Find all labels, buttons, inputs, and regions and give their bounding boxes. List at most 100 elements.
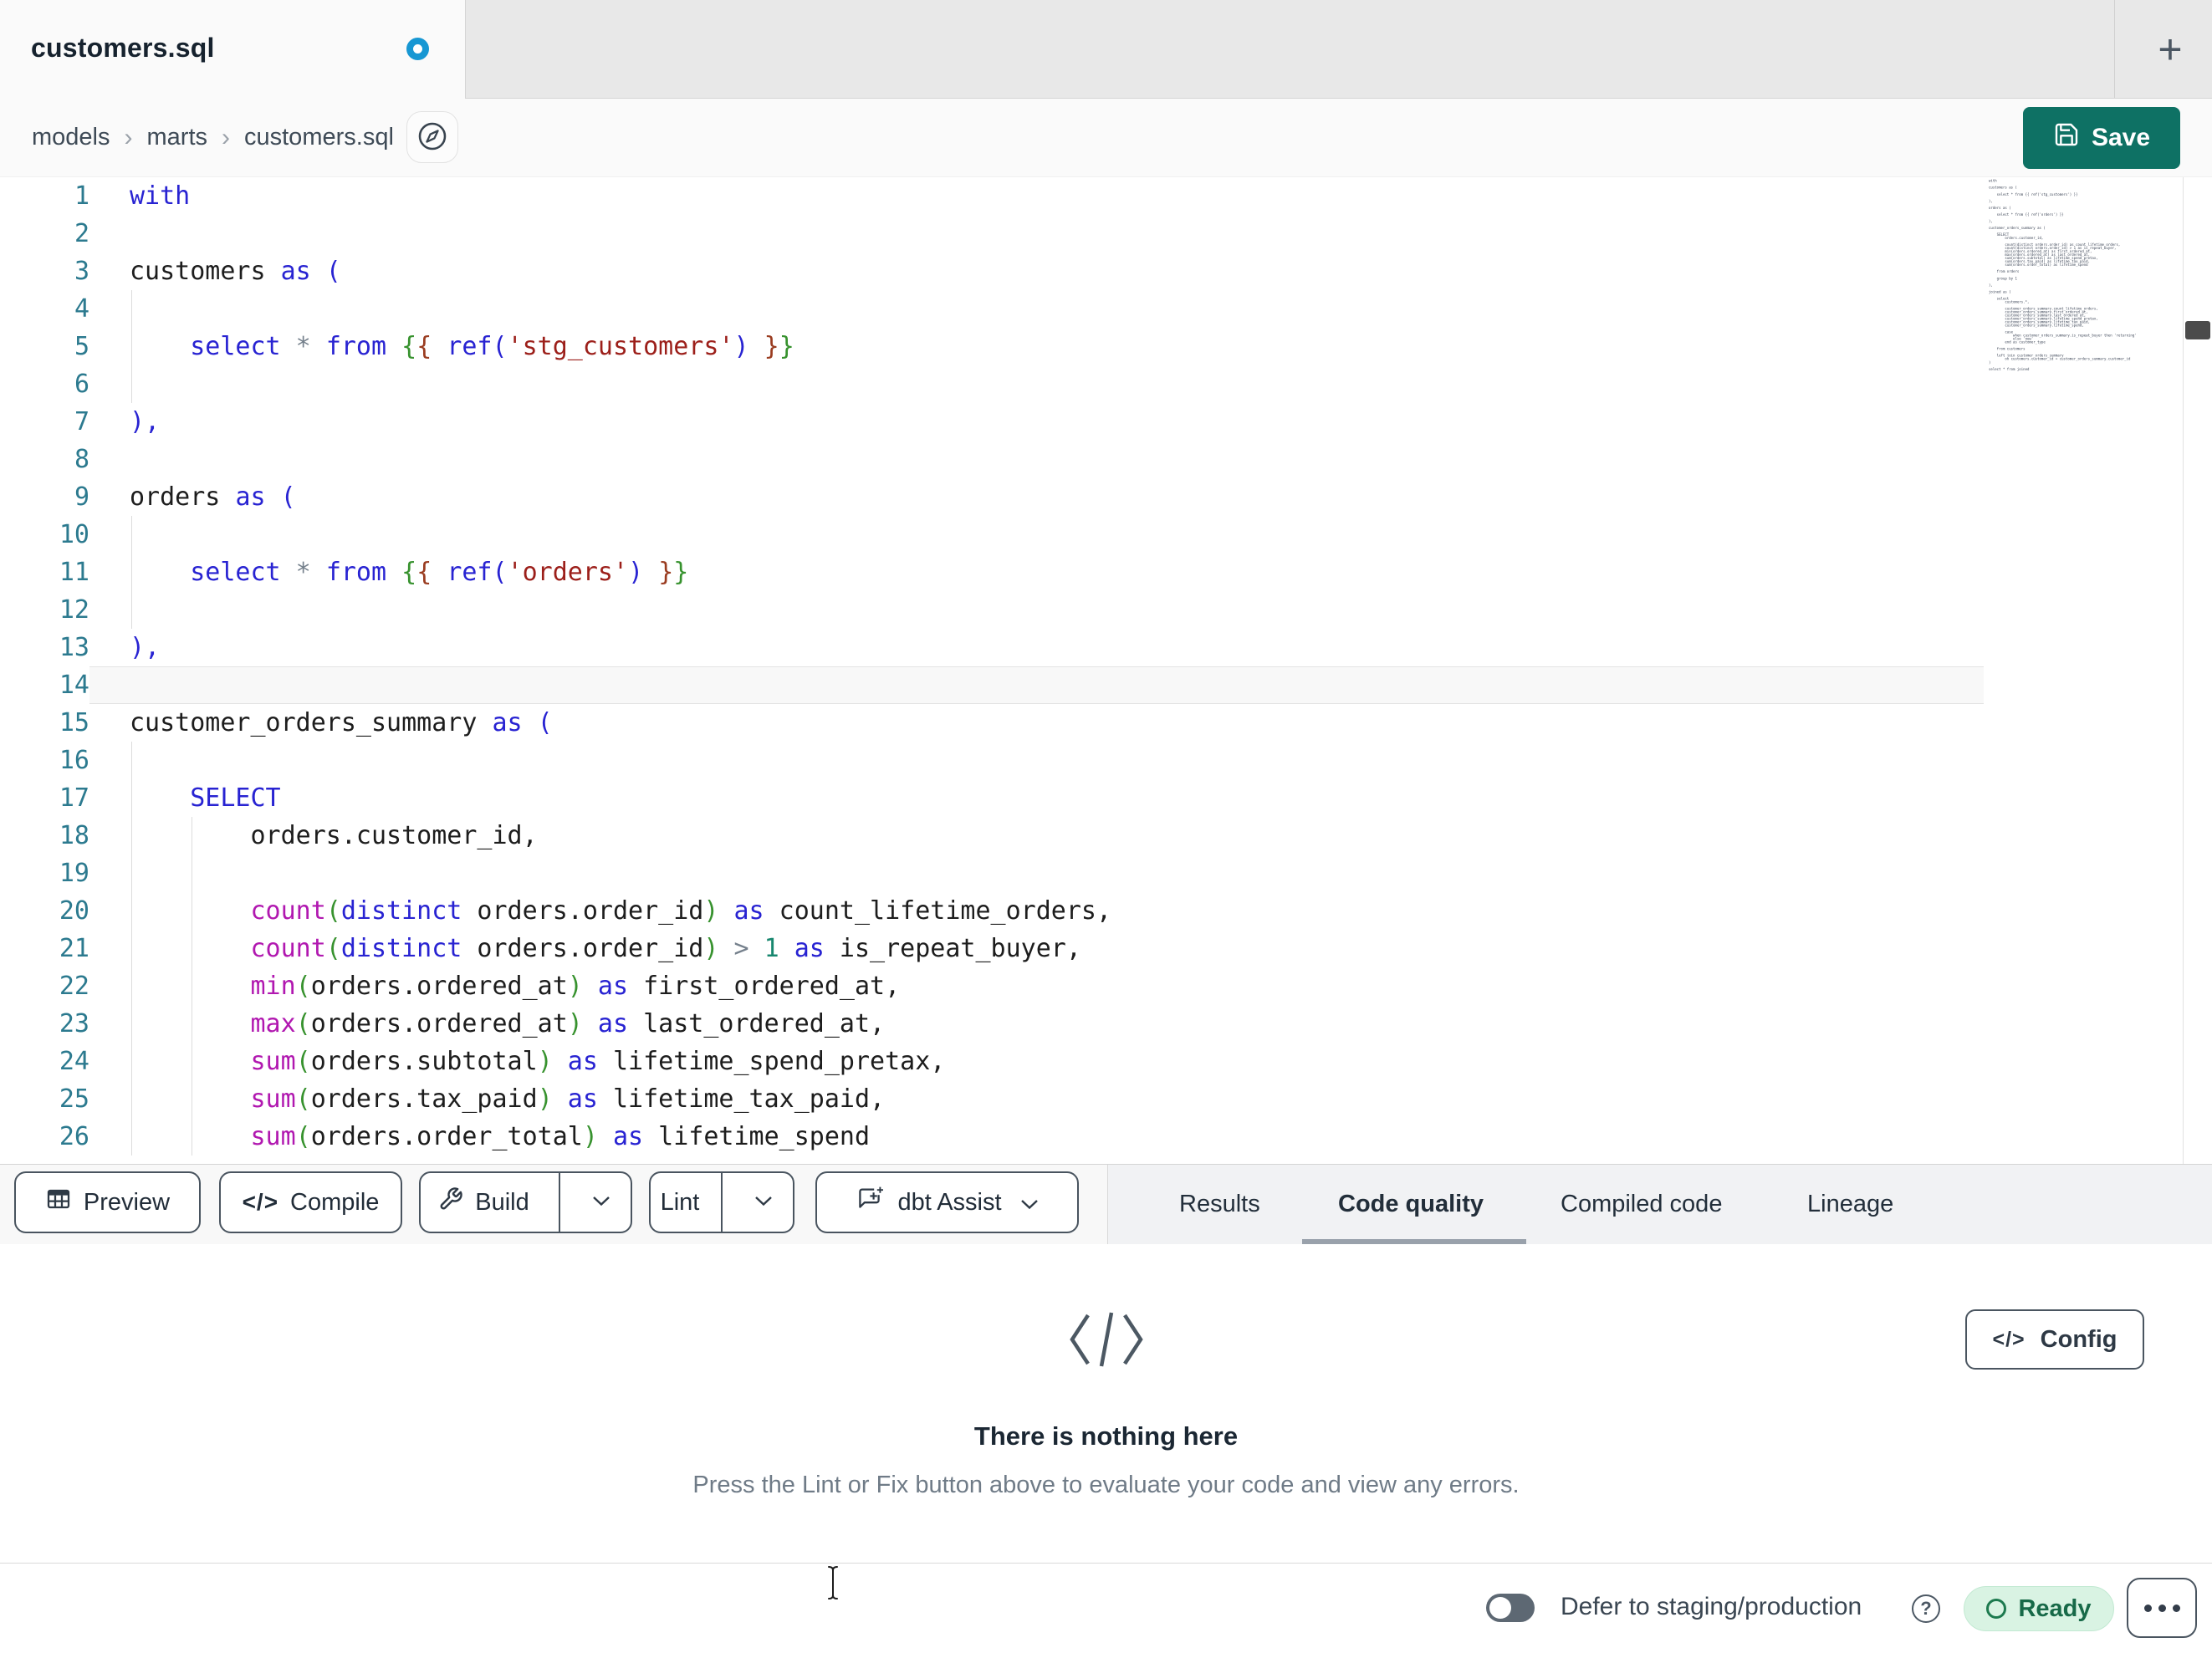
ellipsis-icon	[2143, 1604, 2152, 1612]
line-number: 2	[74, 219, 89, 248]
code-line-content	[89, 215, 1984, 253]
breadcrumb-customers-sql[interactable]: customers.sql	[244, 124, 394, 151]
new-tab-button[interactable]: +	[2128, 0, 2212, 98]
code-line-content: min(orders.ordered_at) as first_ordered_…	[250, 972, 901, 1001]
code-icon: </>	[1992, 1327, 2026, 1351]
code-line-5[interactable]: 5 select * from {{ ref('stg_customers') …	[0, 328, 1984, 365]
code-line-12[interactable]: 12	[0, 591, 1984, 629]
status-circle-icon	[1986, 1599, 2007, 1619]
line-number: 7	[74, 407, 89, 436]
code-lines: 1 with 2 3 customers as (4 5 select * from {{…	[0, 177, 1984, 1156]
ide-status-badge[interactable]: Ready	[1964, 1586, 2114, 1631]
code-line-2[interactable]: 2	[0, 215, 1984, 253]
ready-label: Ready	[2018, 1594, 2092, 1622]
assist-sparkle-chat-icon	[856, 1185, 886, 1220]
code-line-23[interactable]: 23 max(orders.ordered_at) as last_ordere…	[0, 1005, 1984, 1043]
code-line-15[interactable]: 15 customer_orders_summary as (	[0, 704, 1984, 742]
code-editor[interactable]: 1 with 2 3 customers as (4 5 select * from {{…	[0, 176, 2212, 1165]
code-line-20[interactable]: 20 count(distinct orders.order_id) as co…	[0, 892, 1984, 930]
defer-toggle[interactable]	[1486, 1594, 1535, 1622]
chevron-down-icon	[592, 1196, 610, 1209]
code-line-14[interactable]: 14	[0, 666, 1984, 704]
code-line-1[interactable]: 1 with	[0, 177, 1984, 215]
ellipsis-icon	[2158, 1604, 2166, 1612]
code-line-18[interactable]: 18 orders.customer_id,	[0, 817, 1984, 855]
tab-results[interactable]: Results	[1174, 1165, 1265, 1244]
compile-button[interactable]: </> Compile	[219, 1171, 402, 1233]
code-line-content: sum(orders.tax_paid) as lifetime_tax_pai…	[250, 1084, 886, 1114]
scrollbar-thumb[interactable]	[2185, 321, 2210, 339]
tab-compiled-code[interactable]: Compiled code	[1556, 1165, 1727, 1244]
code-line-content: count(distinct orders.order_id) as count…	[250, 896, 1112, 926]
code-line-content: select * from {{ ref('stg_customers') }}	[190, 332, 794, 361]
code-line-content: sum(orders.subtotal) as lifetime_spend_p…	[250, 1047, 946, 1076]
code-line-25[interactable]: 25 sum(orders.tax_paid) as lifetime_tax_…	[0, 1080, 1984, 1118]
code-line-content: max(orders.ordered_at) as last_ordered_a…	[250, 1009, 886, 1038]
save-button[interactable]: Save	[2023, 107, 2180, 169]
lint-label: Lint	[660, 1188, 700, 1216]
compile-label: Compile	[290, 1188, 380, 1216]
lint-button[interactable]: Lint	[651, 1173, 709, 1232]
code-line-6[interactable]: 6	[0, 365, 1984, 403]
line-number: 5	[74, 332, 89, 361]
code-line-content: select * from {{ ref('orders') }}	[190, 558, 689, 587]
code-line-22[interactable]: 22 min(orders.ordered_at) as first_order…	[0, 967, 1984, 1005]
minimap[interactable]: with customers as ( select * from {{ ref…	[1989, 180, 2184, 371]
overflow-menu-button[interactable]	[2127, 1578, 2197, 1638]
dbt-assist-button[interactable]: dbt Assist	[815, 1171, 1079, 1233]
build-dropdown-button[interactable]	[572, 1173, 631, 1232]
code-line-24[interactable]: 24 sum(orders.subtotal) as lifetime_spen…	[0, 1043, 1984, 1080]
build-label: Build	[475, 1188, 529, 1216]
defer-label: Defer to staging/production	[1561, 1593, 1862, 1620]
breadcrumb-models[interactable]: models	[32, 124, 110, 151]
editor-tab-bar: customers.sql +	[0, 0, 2212, 99]
line-number: 6	[74, 370, 89, 399]
indent-guide	[131, 742, 132, 1156]
line-number: 21	[59, 934, 89, 963]
tab-title: customers.sql	[31, 33, 215, 63]
code-line-content: count(distinct orders.order_id) > 1 as i…	[250, 934, 1081, 963]
code-line-9[interactable]: 9 orders as (	[0, 478, 1984, 516]
line-number: 1	[74, 181, 89, 211]
tab-lineage[interactable]: Lineage	[1802, 1165, 1898, 1244]
preview-button[interactable]: Preview	[14, 1171, 201, 1233]
code-line-16[interactable]: 16	[0, 742, 1984, 779]
code-line-13[interactable]: 13),	[0, 629, 1984, 666]
lint-dropdown-button[interactable]	[734, 1173, 793, 1232]
code-line-21[interactable]: 21 count(distinct orders.order_id) > 1 a…	[0, 930, 1984, 967]
tab-bar-divider	[2114, 0, 2115, 98]
line-number: 3	[74, 257, 89, 286]
code-line-19[interactable]: 19	[0, 855, 1984, 892]
table-icon	[45, 1186, 72, 1219]
code-line-26[interactable]: 26 sum(orders.order_total) as lifetime_s…	[0, 1118, 1984, 1156]
code-line-7[interactable]: 7),	[0, 403, 1984, 441]
minimap-divider	[2183, 177, 2184, 1165]
code-line-10[interactable]: 10	[0, 516, 1984, 554]
chevron-down-icon	[754, 1196, 773, 1209]
config-button[interactable]: </> Config	[1965, 1309, 2144, 1370]
build-button[interactable]: Build	[421, 1173, 547, 1232]
tab-customers-sql[interactable]: customers.sql	[0, 0, 466, 99]
code-line-8[interactable]: 8	[0, 441, 1984, 478]
empty-state-subtitle: Press the Lint or Fix button above to ev…	[692, 1472, 1520, 1498]
code-line-4[interactable]: 4	[0, 290, 1984, 328]
save-icon	[2053, 121, 2080, 155]
code-line-3[interactable]: 3 customers as (	[0, 253, 1984, 290]
help-icon[interactable]: ?	[1912, 1594, 1940, 1623]
code-line-11[interactable]: 11 select * from {{ ref('orders') }}	[0, 554, 1984, 591]
line-number: 18	[59, 821, 89, 850]
line-number: 9	[74, 482, 89, 512]
preview-label: Preview	[83, 1188, 171, 1216]
ellipsis-icon	[2172, 1604, 2180, 1612]
code-slash-icon	[0, 1306, 2212, 1373]
file-navigate-button[interactable]	[406, 111, 458, 163]
code-line-content: customers as (	[130, 257, 341, 286]
code-line-17[interactable]: 17 SELECT	[0, 779, 1984, 817]
breadcrumb-marts[interactable]: marts	[147, 124, 208, 151]
code-line-content: with	[130, 181, 191, 211]
chevron-down-icon	[1020, 1189, 1039, 1217]
line-number: 13	[59, 633, 89, 662]
line-number: 19	[59, 859, 89, 888]
tab-code-quality[interactable]: Code quality	[1333, 1165, 1489, 1244]
plus-icon: +	[2158, 25, 2183, 73]
